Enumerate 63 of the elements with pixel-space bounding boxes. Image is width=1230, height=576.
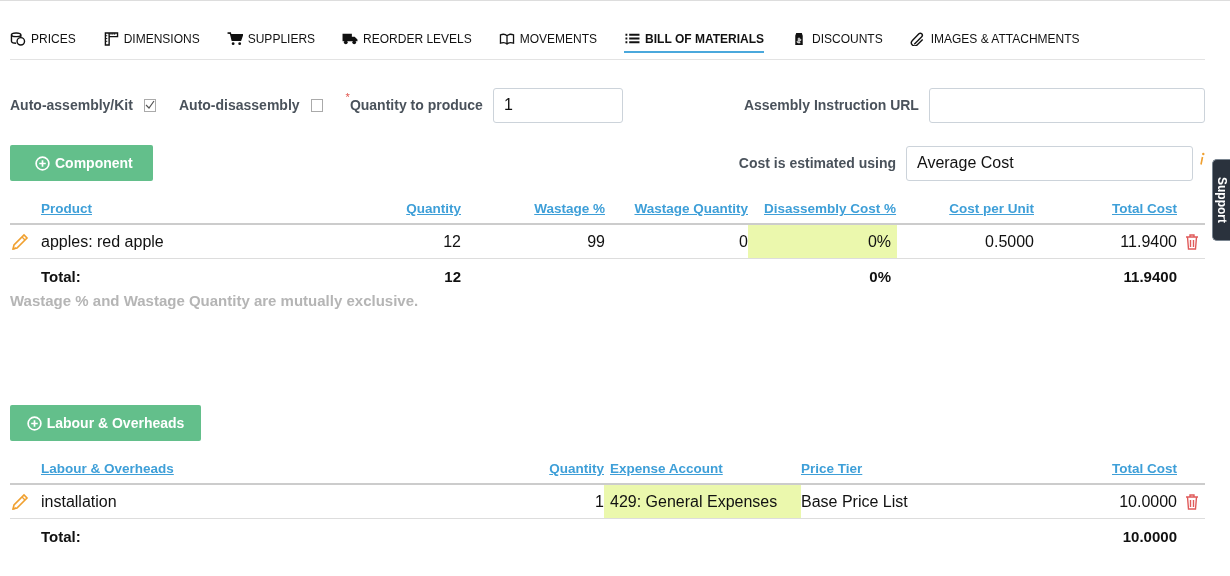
tab[interactable]: DISCOUNTS	[791, 30, 883, 53]
total-value: 0%	[868, 266, 892, 287]
truck-icon	[342, 32, 359, 46]
ruler-icon	[102, 32, 119, 46]
trash-icon	[1185, 493, 1199, 510]
pencil-icon	[10, 491, 30, 512]
table-cell: 0.5000	[897, 225, 1034, 259]
info-icon	[1199, 152, 1205, 166]
column-header[interactable]: Total Cost	[1034, 195, 1177, 225]
table-cell: 0%	[748, 225, 897, 259]
table-cell: 12	[321, 225, 461, 259]
total-value: 12	[443, 266, 461, 287]
column-header[interactable]: Labour & Overheads	[41, 455, 545, 485]
field-label: Quantity to produce	[349, 97, 483, 113]
field-label: Cost is estimated using	[738, 155, 896, 171]
add-labour-button[interactable]: Labour & Overheads	[10, 405, 201, 441]
column-header[interactable]: Quantity	[545, 455, 604, 485]
table-cell: Base Price List	[801, 485, 1001, 519]
field-label: Assembly Instruction URL	[743, 97, 919, 113]
url-field[interactable]	[928, 87, 1205, 123]
total-label: Total:	[41, 266, 82, 287]
tab[interactable]: MOVEMENTS	[498, 30, 598, 53]
tab[interactable]: REORDER LEVELS	[342, 30, 472, 53]
table-cell: 11.9400	[1034, 225, 1177, 259]
cost-method-field[interactable]: Average Cost	[906, 145, 1193, 181]
table-cell: 99	[461, 225, 605, 259]
column-header[interactable]: Total Cost	[1001, 455, 1177, 485]
tab[interactable]: BILL OF MATERIALS	[624, 30, 764, 53]
checkbox[interactable]	[310, 98, 323, 112]
quantity-field[interactable]: 1	[492, 87, 623, 123]
column-header[interactable]: Price Tier	[801, 455, 1001, 485]
pencil-icon	[10, 231, 30, 252]
checkbox[interactable]	[143, 98, 156, 112]
tab[interactable]: SUPPLIERS	[226, 30, 316, 53]
total-value: 11.9400	[1122, 266, 1177, 287]
table-cell: 10.0000	[1001, 485, 1177, 519]
checkbox-label: Auto-assembly/Kit	[10, 97, 133, 113]
column-header[interactable]: Product	[41, 195, 321, 225]
trash-icon	[1185, 233, 1199, 250]
plus-circle-icon	[35, 155, 50, 171]
book-icon	[498, 32, 515, 46]
column-header[interactable]: Wastage Quantity	[605, 195, 748, 225]
checkbox-label: Auto-disassembly	[178, 97, 300, 113]
total-label: Total:	[41, 526, 82, 547]
paperclip-icon	[909, 32, 926, 46]
support-tab[interactable]: Support	[1212, 159, 1230, 241]
cart-icon	[226, 32, 243, 46]
add-component-button[interactable]: Component	[10, 145, 153, 181]
table-cell: installation	[41, 485, 545, 519]
total-value: 10.0000	[1121, 526, 1177, 547]
note-text: Wastage % and Wastage Quantity are mutually exclusive.	[10, 292, 420, 309]
tab[interactable]: PRICES	[10, 30, 76, 53]
list-icon	[624, 32, 641, 46]
tab[interactable]: IMAGES & ATTACHMENTS	[909, 30, 1080, 53]
coins-icon	[10, 32, 26, 46]
required-mark: *	[345, 91, 350, 103]
column-header[interactable]: Cost per Unit	[897, 195, 1034, 225]
table-cell: apples: red apple	[41, 225, 321, 259]
tab[interactable]: DIMENSIONS	[102, 30, 200, 53]
column-header[interactable]: Quantity	[321, 195, 461, 225]
column-header[interactable]: Wastage %	[461, 195, 605, 225]
table-cell: 429: General Expenses	[604, 485, 801, 519]
plus-circle-icon	[26, 415, 42, 431]
